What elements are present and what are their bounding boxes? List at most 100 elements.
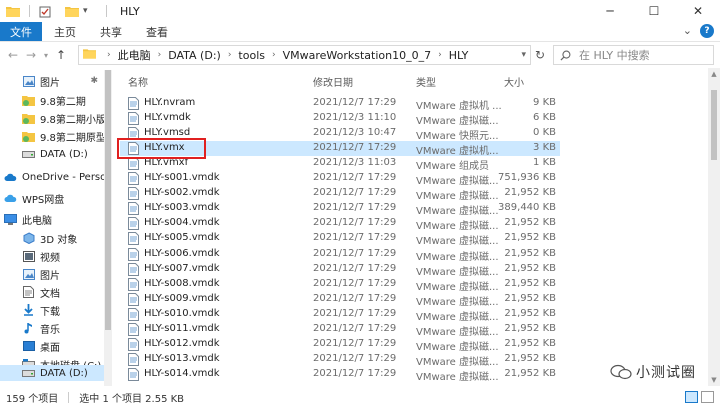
properties-icon[interactable] bbox=[39, 6, 53, 17]
forward-button[interactable]: → bbox=[22, 48, 40, 62]
sidebar-item-label: OneDrive - Perso bbox=[22, 171, 104, 183]
tab-file[interactable]: 文件 bbox=[0, 22, 42, 41]
breadcrumb-this-pc[interactable]: 此电脑 bbox=[118, 47, 151, 63]
column-header-date[interactable]: 修改日期 bbox=[313, 74, 353, 89]
minimize-button[interactable]: ─ bbox=[588, 0, 632, 22]
breadcrumb-separator[interactable]: › bbox=[272, 50, 276, 60]
column-header-type[interactable]: 类型 bbox=[416, 74, 436, 89]
file-icon bbox=[128, 352, 139, 366]
file-name: HLY.vmdk bbox=[144, 112, 191, 124]
sidebar-item-98-phase2[interactable]: 9.8第二期 bbox=[0, 91, 104, 109]
scroll-down-icon[interactable]: ▼ bbox=[708, 376, 720, 384]
scrollbar-thumb[interactable] bbox=[711, 90, 717, 160]
large-icons-view-icon[interactable] bbox=[701, 391, 714, 403]
search-input[interactable]: 在 HLY 中搜索 bbox=[553, 45, 714, 65]
breadcrumb-vmware[interactable]: VMwareWorkstation10_0_7 bbox=[283, 49, 432, 62]
sidebar-item-desktop[interactable]: 桌面 bbox=[0, 337, 104, 355]
file-row[interactable]: HLY-s013.vmdk 2021/12/7 17:29 VMware 虚拟磁..… bbox=[120, 352, 560, 368]
breadcrumb-separator[interactable]: › bbox=[438, 50, 442, 60]
sidebar-item-videos[interactable]: 视频 bbox=[0, 247, 104, 265]
file-row[interactable]: HLY-s009.vmdk 2021/12/7 17:29 VMware 虚拟磁..… bbox=[120, 292, 560, 308]
breadcrumb-hly[interactable]: HLY bbox=[449, 49, 469, 62]
file-row[interactable]: HLY-s006.vmdk 2021/12/7 17:29 VMware 虚拟磁..… bbox=[120, 247, 560, 263]
sidebar-item-pictures[interactable]: 图片 bbox=[0, 265, 104, 283]
recent-locations-button[interactable]: ▾ bbox=[40, 51, 52, 60]
sidebar-item-label: 视频 bbox=[40, 252, 60, 264]
sidebar-item-data-d-quick[interactable]: DATA (D:) bbox=[0, 145, 104, 163]
maximize-button[interactable]: ☐ bbox=[632, 0, 676, 22]
sidebar-item-documents[interactable]: 文档 bbox=[0, 283, 104, 301]
file-row[interactable]: HLY-s014.vmdk 2021/12/7 17:29 VMware 虚拟磁..… bbox=[120, 367, 560, 383]
back-button[interactable]: ← bbox=[4, 48, 22, 62]
file-type: VMware 虚拟磁... bbox=[416, 311, 499, 323]
sidebar-item-wps-drive[interactable]: WPS网盘 bbox=[0, 189, 104, 207]
file-row[interactable]: HLY-s012.vmdk 2021/12/7 17:29 VMware 虚拟磁..… bbox=[120, 337, 560, 353]
file-row[interactable]: HLY-s002.vmdk 2021/12/7 17:29 VMware 虚拟磁..… bbox=[120, 186, 560, 202]
tab-home[interactable]: 主页 bbox=[42, 22, 88, 41]
sidebar-item-downloads[interactable]: 下载 bbox=[0, 301, 104, 319]
up-button[interactable]: ↑ bbox=[52, 48, 70, 62]
file-icon bbox=[128, 172, 139, 186]
selection-info: 选中 1 个项目 2.55 KB bbox=[79, 393, 185, 405]
dropdown-icon[interactable]: ▾ bbox=[83, 6, 97, 17]
chevron-down-icon[interactable]: ▾ bbox=[521, 50, 526, 60]
file-date: 2021/12/3 11:10 bbox=[313, 112, 397, 124]
file-name: HLY-s002.vmdk bbox=[144, 187, 220, 199]
file-row[interactable]: HLY-s004.vmdk 2021/12/7 17:29 VMware 虚拟磁..… bbox=[120, 216, 560, 232]
address-bar[interactable]: › 此电脑 › DATA (D:) › tools › VMwareWorkst… bbox=[78, 45, 531, 65]
breadcrumb-separator[interactable]: › bbox=[158, 50, 162, 60]
file-size: 21,952 KB bbox=[504, 277, 556, 289]
close-button[interactable]: ✕ bbox=[676, 0, 720, 22]
tab-view[interactable]: 查看 bbox=[134, 22, 180, 41]
sidebar-item-98-phase2-prototype[interactable]: 9.8第二期原型 bbox=[0, 127, 104, 145]
scrollbar-thumb[interactable] bbox=[105, 70, 111, 330]
file-date: 2021/12/7 17:29 bbox=[313, 367, 397, 379]
file-row[interactable]: HLY.nvram 2021/12/7 17:29 VMware 虚拟机 ... 9 … bbox=[120, 96, 560, 112]
file-list-scrollbar[interactable]: ▲ ▼ bbox=[708, 68, 720, 386]
breadcrumb-tools[interactable]: tools bbox=[238, 49, 265, 62]
sidebar-scrollbar[interactable] bbox=[104, 70, 112, 386]
breadcrumb-data-drive[interactable]: DATA (D:) bbox=[168, 49, 221, 62]
tab-share[interactable]: 共享 bbox=[88, 22, 134, 41]
sidebar-item-this-pc[interactable]: 此电脑 bbox=[0, 210, 104, 228]
column-header-name[interactable]: 名称 bbox=[128, 74, 148, 89]
file-size: 389,440 KB bbox=[498, 202, 556, 214]
file-row[interactable]: HLY.vmsd 2021/12/3 10:47 VMware 快照元... 0 KB bbox=[120, 126, 560, 142]
scroll-up-icon[interactable]: ▲ bbox=[708, 70, 720, 78]
file-row[interactable]: HLY-s010.vmdk 2021/12/7 17:29 VMware 虚拟磁..… bbox=[120, 307, 560, 323]
details-view-icon[interactable] bbox=[685, 391, 698, 403]
search-icon bbox=[560, 50, 571, 61]
sidebar-item-label: 9.8第二期小版本 bbox=[40, 114, 104, 126]
folder-icon bbox=[83, 48, 96, 62]
file-name: HLY-s012.vmdk bbox=[144, 337, 220, 349]
file-row[interactable]: HLY.vmxf 2021/12/3 11:03 VMware 组成员 1 KB bbox=[120, 156, 560, 172]
expand-ribbon-icon[interactable]: ⌄ bbox=[683, 24, 692, 38]
divider bbox=[29, 5, 30, 17]
file-row[interactable]: HLY-s001.vmdk 2021/12/7 17:29 VMware 虚拟磁..… bbox=[120, 171, 560, 187]
file-row[interactable]: HLY-s011.vmdk 2021/12/7 17:29 VMware 虚拟磁..… bbox=[120, 322, 560, 338]
sidebar-item-onedrive[interactable]: OneDrive - Perso bbox=[0, 168, 104, 186]
file-size: 21,952 KB bbox=[504, 292, 556, 304]
file-date: 2021/12/7 17:29 bbox=[313, 247, 397, 259]
sidebar-item-98-phase2-mini[interactable]: 9.8第二期小版本 bbox=[0, 109, 104, 127]
file-row[interactable]: HLY-s008.vmdk 2021/12/7 17:29 VMware 虚拟磁..… bbox=[120, 277, 560, 293]
file-icon bbox=[128, 142, 139, 156]
column-header-size[interactable]: 大小 bbox=[504, 74, 524, 89]
sidebar-item-3d-objects[interactable]: 3D 对象 bbox=[0, 229, 104, 247]
file-type: VMware 虚拟机 ... bbox=[416, 101, 502, 112]
file-type: VMware 虚拟磁... bbox=[416, 296, 499, 308]
pin-icon[interactable]: ✱ bbox=[90, 76, 98, 86]
file-row[interactable]: HLY-s005.vmdk 2021/12/7 17:29 VMware 虚拟磁..… bbox=[120, 231, 560, 247]
new-folder-icon[interactable] bbox=[65, 6, 79, 17]
file-row[interactable]: HLY-s003.vmdk 2021/12/7 17:29 VMware 虚拟磁..… bbox=[120, 201, 560, 217]
sidebar-item-music[interactable]: 音乐 bbox=[0, 319, 104, 337]
refresh-icon[interactable]: ↻ bbox=[535, 48, 545, 62]
file-row[interactable]: HLY-s007.vmdk 2021/12/7 17:29 VMware 虚拟磁..… bbox=[120, 262, 560, 278]
help-icon[interactable]: ? bbox=[700, 24, 714, 38]
file-row[interactable]: HLY.vmdk 2021/12/3 11:10 VMware 虚拟磁... 6 KB bbox=[120, 111, 560, 127]
breadcrumb-separator[interactable]: › bbox=[228, 50, 232, 60]
navigation-bar: ← → ▾ ↑ › 此电脑 › DATA (D:) › tools › VMwa… bbox=[0, 42, 720, 68]
sidebar-item-pictures-pinned[interactable]: 图片 ✱ bbox=[0, 72, 104, 90]
sidebar-item-data-d[interactable]: DATA (D:) bbox=[0, 365, 104, 381]
file-row[interactable]: HLY.vmx 2021/12/7 17:29 VMware 虚拟机... 3 KB bbox=[120, 141, 560, 157]
